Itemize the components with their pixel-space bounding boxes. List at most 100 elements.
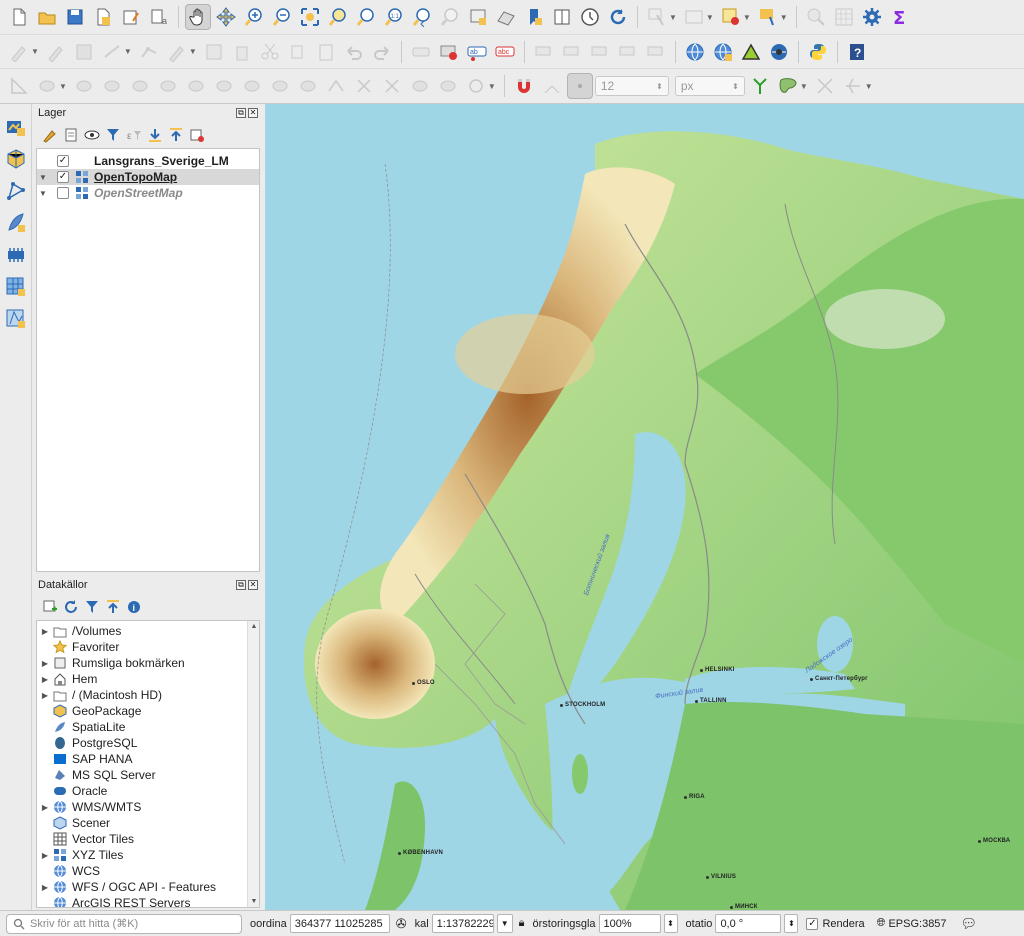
browser-item[interactable]: SpatiaLite [37,719,259,735]
add-virtual-layer-icon[interactable] [3,242,29,268]
chevron-right-icon[interactable]: ▶ [37,627,53,636]
delete-part-icon[interactable] [267,73,293,99]
shape-digitize-icon[interactable] [775,73,801,99]
collapse-all-icon[interactable] [168,127,184,143]
chevron-down-icon[interactable]: ▼ [800,82,808,91]
layer-styling-icon[interactable] [42,127,58,143]
measure-icon[interactable] [803,4,829,30]
move-label-icon[interactable] [587,39,613,65]
move-feature-icon[interactable] [34,73,60,99]
properties-info-icon[interactable]: i [126,599,142,615]
identify-features-icon[interactable] [644,4,670,30]
browser-item[interactable]: ArcGIS REST Servers [37,895,259,907]
remove-layer-icon[interactable] [189,127,205,143]
measure-line-icon[interactable] [6,73,32,99]
modify-attributes-icon[interactable] [164,39,190,65]
chevron-down-icon[interactable]: ▼ [669,13,677,22]
browser-item[interactable]: Favoriter [37,639,259,655]
offset-curve-icon[interactable] [323,73,349,99]
merge-attributes-icon[interactable] [435,73,461,99]
crs-globe-icon[interactable]: 🌐︎ [877,917,886,930]
new-geopackage-icon[interactable] [3,146,29,172]
browser-scrollbar[interactable]: ▲ ▼ [247,621,259,907]
add-group-icon[interactable] [63,127,79,143]
layer-visibility-checkbox[interactable]: ✓ [57,171,69,183]
scale-field[interactable]: 1:13782229 [431,914,494,933]
redo-icon[interactable] [369,39,395,65]
browser-item[interactable]: GeoPackage [37,703,259,719]
pan-hand-icon[interactable] [185,4,211,30]
browser-item[interactable]: ▶ XYZ Tiles [37,847,259,863]
statistics-icon[interactable] [831,4,857,30]
show-bookmarks-icon[interactable] [549,4,575,30]
python-console-icon[interactable] [805,39,831,65]
vertex-tool-icon[interactable] [136,39,162,65]
expand-all-icon[interactable] [147,127,163,143]
add-raster-layer-icon[interactable] [3,274,29,300]
save-project-icon[interactable] [62,4,88,30]
browser-item[interactable]: SAP HANA [37,751,259,767]
layer-labeling-icon[interactable] [436,39,462,65]
zoom-in-icon[interactable] [241,4,267,30]
browser-item[interactable]: ▶ Rumsliga bokmärken [37,655,259,671]
select-features-icon[interactable] [718,4,744,30]
coordinate-field[interactable]: 364377 11025285 [289,914,390,933]
split-parts-icon[interactable] [379,73,405,99]
pin-labels-icon[interactable] [531,39,557,65]
browser-item[interactable]: ▶ WFS / OGC API - Features [37,879,259,895]
browser-item[interactable]: ▶ WMS/WMTS [37,799,259,815]
split-features-icon[interactable] [351,73,377,99]
chevron-down-icon[interactable]: ▼ [189,47,197,56]
chevron-down-icon[interactable]: ▼ [488,82,496,91]
add-spatialite-icon[interactable] [3,210,29,236]
lock-scale-icon[interactable]: 🔒︎ [519,917,525,930]
layer-diagram-icon[interactable]: ab [464,39,490,65]
label-toolbar-icon[interactable] [408,39,434,65]
browser-item[interactable]: MS SQL Server [37,767,259,783]
current-edits-icon[interactable] [6,39,32,65]
chevron-down-icon[interactable]: ▼ [496,914,513,933]
snapping-cross-icon[interactable] [812,73,838,99]
add-ring-icon[interactable] [155,73,181,99]
reshape-features-icon[interactable] [295,73,321,99]
merge-features-icon[interactable] [407,73,433,99]
float-panel-icon[interactable]: ⧉ [236,580,246,590]
show-hide-labels-icon[interactable] [559,39,585,65]
stepper-icon[interactable]: ⬍ [663,914,678,933]
manage-visibility-icon[interactable] [84,127,100,143]
chevron-right-icon[interactable]: ▶ [37,659,53,668]
change-label-icon[interactable] [643,39,669,65]
chevron-down-icon[interactable]: ⬍ [732,82,739,91]
toggle-extents-icon[interactable]: ✇ [396,916,407,932]
scroll-down-icon[interactable]: ▼ [248,898,259,905]
triangle-processing-icon[interactable] [738,39,764,65]
browser-item[interactable]: Vector Tiles [37,831,259,847]
chevron-down-icon[interactable]: ▼ [37,189,49,198]
chevron-right-icon[interactable]: ▶ [37,803,53,812]
scroll-up-icon[interactable]: ▲ [248,623,259,630]
chevron-down-icon[interactable]: ▼ [865,82,873,91]
chevron-down-icon[interactable]: ▼ [743,13,751,22]
browser-item[interactable]: ▶ / (Macintosh HD) [37,687,259,703]
data-source-manager-icon[interactable] [3,114,29,140]
cut-features-icon[interactable] [257,39,283,65]
chevron-down-icon[interactable]: ▼ [706,13,714,22]
snapping-magnet-icon[interactable] [511,73,537,99]
chevron-down-icon[interactable]: ▼ [124,47,132,56]
crs-label[interactable]: EPSG:3857 [888,918,946,930]
layer-visibility-checkbox[interactable]: ✓ [57,155,69,167]
refresh-icon[interactable] [63,599,79,615]
close-icon[interactable]: ✕ [248,108,258,118]
sigma-icon[interactable]: Σ [887,4,913,30]
zoom-full-icon[interactable] [297,4,323,30]
add-wfs-layer-icon[interactable] [710,39,736,65]
add-part-icon[interactable] [183,73,209,99]
temporal-controller-icon[interactable] [577,4,603,30]
zoom-to-layer-icon[interactable] [353,4,379,30]
chevron-down-icon[interactable]: ▼ [31,47,39,56]
render-checkbox[interactable]: ✓ [806,917,819,930]
delete-ring-icon[interactable] [239,73,265,99]
enable-tracing-icon[interactable] [566,73,593,99]
chevron-right-icon[interactable]: ▶ [37,691,53,700]
layer-visibility-checkbox[interactable] [57,187,69,199]
